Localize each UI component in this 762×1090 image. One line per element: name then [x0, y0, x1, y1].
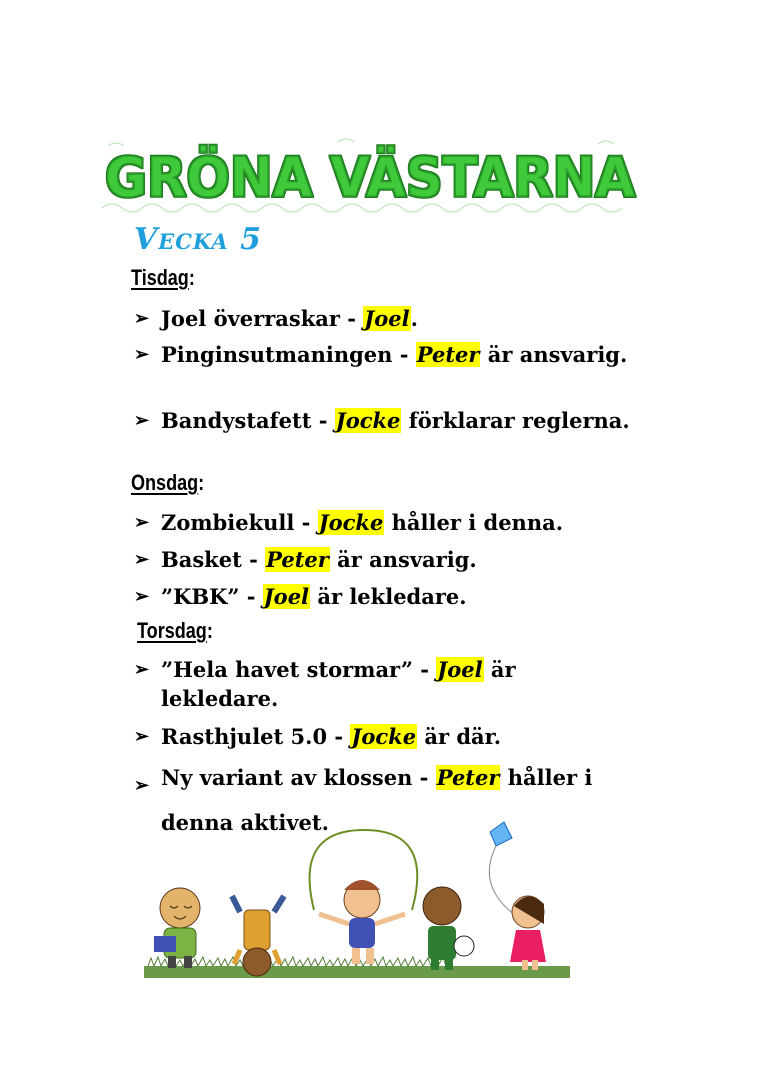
- arrow-bullet-icon: ➢: [134, 549, 150, 570]
- banner-title: GRÖNA VÄSTARNA: [105, 146, 635, 209]
- kid-jump-rope-icon: [308, 828, 419, 964]
- person-name: Jocke: [350, 724, 418, 749]
- grona-vastarna-banner: GRÖNA VÄSTARNA: [101, 138, 636, 213]
- person-name: Peter: [435, 765, 501, 790]
- person-name: Joel: [262, 584, 311, 609]
- arrow-bullet-icon: ➢: [134, 344, 150, 365]
- day-heading-tisdag: Tisdag:: [131, 265, 195, 290]
- arrow-bullet-icon: ➢: [134, 410, 150, 431]
- kid-kite-icon: [488, 821, 546, 970]
- arrow-bullet-icon: ➢: [134, 512, 150, 533]
- kid-soccer-icon: [422, 886, 475, 970]
- day-heading-torsdag: Torsdag:: [137, 618, 213, 643]
- person-name: Joel: [436, 657, 484, 682]
- list-item: ➢ Bandystafett - Jocke förklarar reglern…: [134, 408, 630, 433]
- list-item: ➢ Pinginsutmaningen - Peter är ansvarig.: [134, 342, 628, 367]
- person-name: Peter: [265, 547, 330, 572]
- day-heading-onsdag: Onsdag:: [131, 470, 205, 495]
- list-item: ➢ Basket - Peter är ansvarig.: [134, 547, 477, 572]
- list-item: ➢ Zombiekull - Jocke håller i denna.: [134, 510, 564, 535]
- person-name: Joel: [363, 306, 411, 331]
- arrow-bullet-icon: ➢: [134, 726, 150, 747]
- person-name: Peter: [415, 342, 481, 367]
- list-item: ➢ Joel överraskar - Joel.: [134, 306, 418, 331]
- arrow-bullet-icon: ➢: [134, 308, 150, 329]
- week-heading: Vecka 5: [134, 222, 263, 257]
- list-item: ➢ ”Hela havet stormar” - Joel är lekleda…: [134, 657, 516, 711]
- kid-handstand-icon: [229, 894, 287, 977]
- arrow-bullet-icon: ➢: [134, 586, 150, 607]
- list-item: ➢ Rasthjulet 5.0 - Jocke är där.: [134, 724, 502, 749]
- playing-kids-illustration: [144, 821, 570, 978]
- kid-reading-icon: [154, 887, 201, 968]
- list-item: ➢ ”KBK” - Joel är lekledare.: [134, 584, 467, 609]
- person-name: Jocke: [317, 510, 385, 535]
- arrow-bullet-icon: ➢: [134, 775, 150, 796]
- person-name: Jocke: [334, 408, 402, 433]
- arrow-bullet-icon: ➢: [134, 659, 150, 680]
